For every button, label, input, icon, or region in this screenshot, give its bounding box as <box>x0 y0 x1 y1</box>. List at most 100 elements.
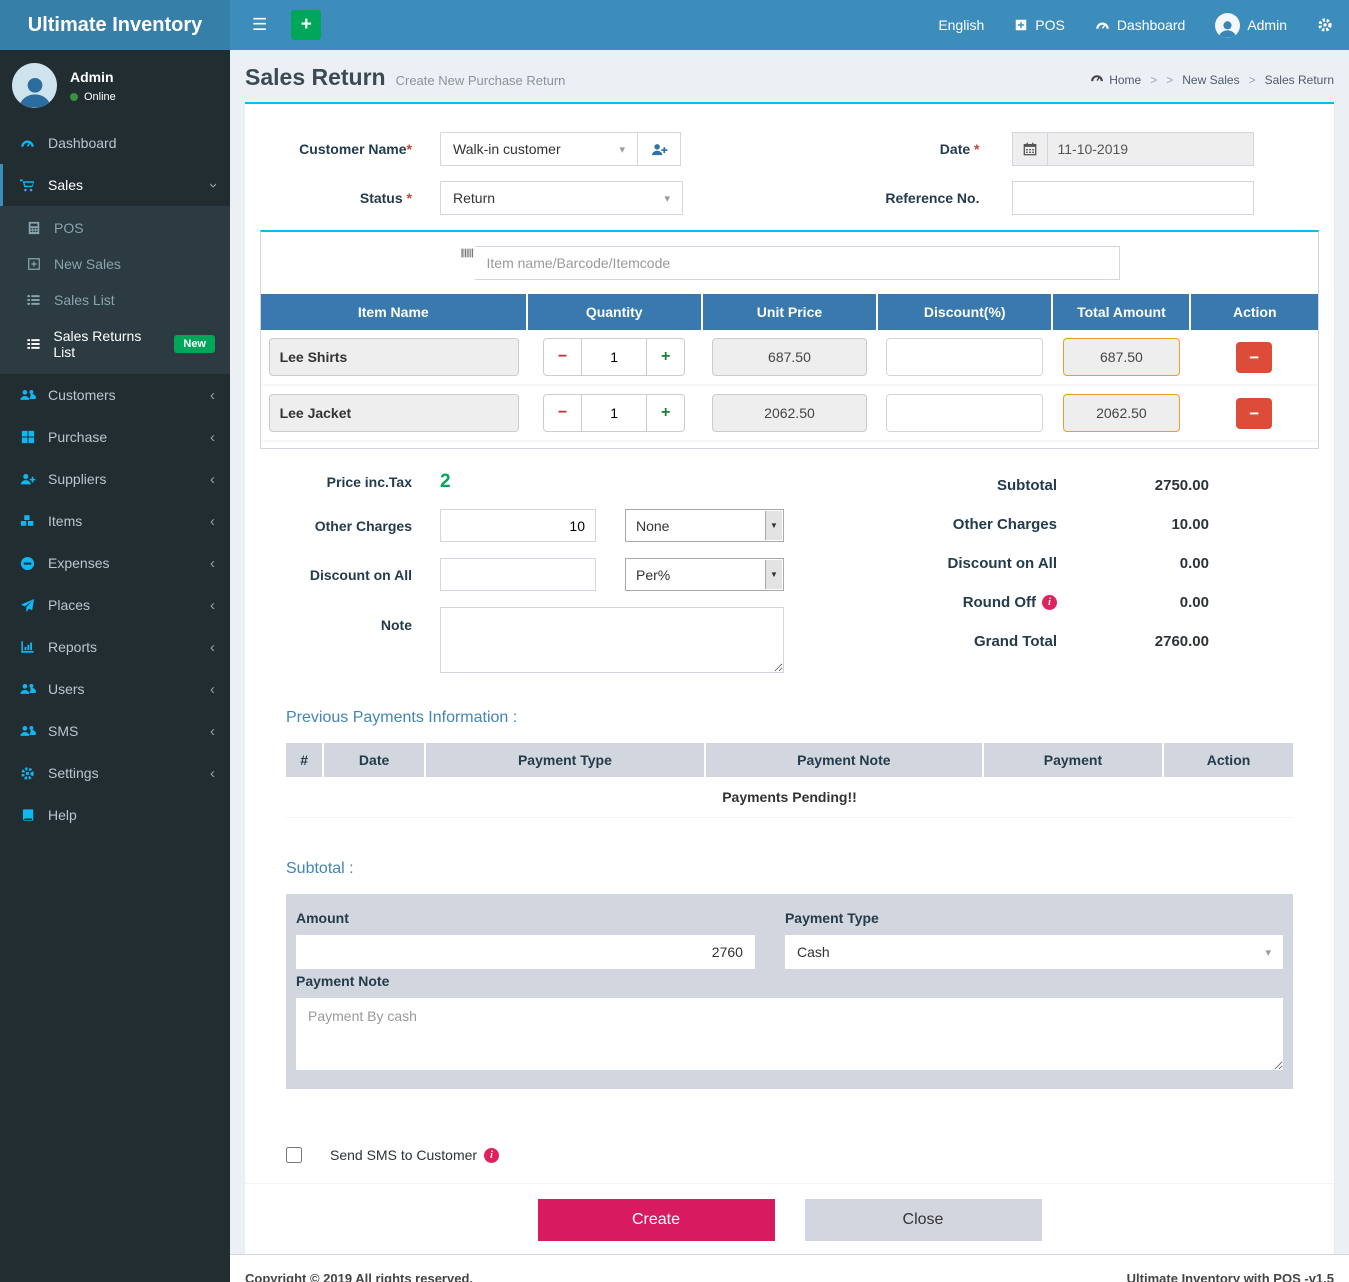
remove-item-button[interactable]: − <box>1236 398 1272 429</box>
other-charges-type-select[interactable]: None▼ <box>625 509 784 542</box>
info-icon[interactable]: i <box>1042 595 1057 610</box>
sms-row: Send SMS to Customeri <box>286 1147 1319 1163</box>
form-row-2: Status * Return▾ Reference No. <box>260 181 1319 215</box>
customer-select[interactable]: Walk-in customer▾ <box>440 132 638 166</box>
sidebar-item-label: Expenses <box>48 555 109 571</box>
content-area: Sales Return Create New Purchase Return … <box>230 50 1349 1282</box>
combo-arrow-icon: ▼ <box>765 511 782 540</box>
sidebar-item-settings[interactable]: Settings ‹ <box>0 752 230 794</box>
chevron-down-icon: ‹ <box>205 183 220 188</box>
brand-logo[interactable]: Ultimate Inventory <box>0 0 230 50</box>
breadcrumb-home[interactable]: Home <box>1090 71 1141 88</box>
roundoff-label: Round Offi <box>963 594 1057 611</box>
discount-input[interactable] <box>886 338 1043 376</box>
remove-item-button[interactable]: − <box>1236 342 1272 373</box>
sidebar-item-pos[interactable]: POS <box>0 210 230 246</box>
note-textarea[interactable] <box>440 607 784 673</box>
sidebar-item-help[interactable]: Help <box>0 794 230 836</box>
subtotal-row: Subtotal 2750.00 <box>864 477 1209 494</box>
qty-input[interactable] <box>581 338 647 376</box>
sidebar-item-purchase[interactable]: Purchase ‹ <box>0 416 230 458</box>
discount-input[interactable] <box>886 394 1043 432</box>
minus-icon: − <box>1249 349 1259 366</box>
breadcrumb-current: Sales Return <box>1265 73 1334 87</box>
date-input-group <box>1012 132 1254 166</box>
quick-add-button[interactable]: + <box>291 10 321 40</box>
discount-all-input[interactable] <box>440 558 596 591</box>
qty-increase-button[interactable]: + <box>647 394 685 432</box>
payments-empty-row: Payments Pending!! <box>286 777 1293 818</box>
qty-increase-button[interactable]: + <box>647 338 685 376</box>
sidebar-item-dashboard[interactable]: Dashboard <box>0 122 230 164</box>
nav-user[interactable]: Admin <box>1215 13 1287 38</box>
sidebar-item-places[interactable]: Places ‹ <box>0 584 230 626</box>
discount-all-type-value: Per% <box>636 567 670 583</box>
sidebar-item-label: Suppliers <box>48 471 106 487</box>
item-search-input[interactable] <box>475 246 1120 280</box>
sidebar-item-expenses[interactable]: Expenses ‹ <box>0 542 230 584</box>
payment-note-textarea[interactable] <box>296 998 1283 1070</box>
item-name-input[interactable] <box>269 394 519 432</box>
sidebar-item-label: Settings <box>48 765 99 781</box>
nav-language-label: English <box>938 17 984 33</box>
sidebar-toggle-icon[interactable]: ☰ <box>242 9 277 41</box>
close-button[interactable]: Close <box>805 1199 1042 1241</box>
note-label: Note <box>260 617 412 633</box>
date-input[interactable] <box>1048 132 1254 166</box>
payment-type-select[interactable]: Cash▾ <box>785 935 1283 969</box>
grid-icon <box>18 430 37 444</box>
nav-settings[interactable] <box>1317 17 1333 33</box>
info-icon[interactable]: i <box>484 1148 499 1163</box>
chevron-left-icon: ‹ <box>210 640 215 655</box>
plus-icon: + <box>301 14 312 36</box>
sidebar-item-suppliers[interactable]: Suppliers ‹ <box>0 458 230 500</box>
status-select[interactable]: Return▾ <box>440 181 683 215</box>
items-table-header: Item Name Quantity Unit Price Discount(%… <box>261 294 1318 330</box>
send-sms-checkbox[interactable] <box>286 1147 302 1163</box>
amount-input[interactable] <box>296 935 755 969</box>
nav-dashboard[interactable]: Dashboard <box>1095 17 1186 33</box>
sidebar-item-customers[interactable]: Customers ‹ <box>0 374 230 416</box>
breadcrumb-new-sales-label: New Sales <box>1182 73 1239 87</box>
sidebar-item-sms[interactable]: SMS ‹ <box>0 710 230 752</box>
unit-price-input[interactable] <box>712 394 867 432</box>
sidebar-item-sales-list[interactable]: Sales List <box>0 282 230 318</box>
discount-all-type-select[interactable]: Per%▼ <box>625 558 784 591</box>
sidebar-item-reports[interactable]: Reports ‹ <box>0 626 230 668</box>
brand-title: Ultimate Inventory <box>28 14 202 37</box>
navbar-right: English POS Dashboard Admin <box>938 13 1333 38</box>
create-button[interactable]: Create <box>538 1199 775 1241</box>
col-header-item-name: Item Name <box>261 294 527 330</box>
item-search-group <box>460 246 1120 280</box>
sidebar-item-label: Customers <box>48 387 116 403</box>
nav-language[interactable]: English <box>938 17 984 33</box>
dashboard-icon <box>1095 18 1110 33</box>
other-charges-row: Other Charges None▼ <box>260 509 864 542</box>
items-table: Item Name Quantity Unit Price Discount(%… <box>261 294 1318 442</box>
customer-label: Customer Name* <box>260 141 412 157</box>
sidebar-item-sales-returns-list[interactable]: Sales Returns List New <box>0 318 230 370</box>
unit-price-input[interactable] <box>712 338 867 376</box>
sidebar-item-new-sales[interactable]: New Sales <box>0 246 230 282</box>
qty-input[interactable] <box>581 394 647 432</box>
sidebar-item-sales[interactable]: Sales ‹ <box>0 164 230 206</box>
item-name-input[interactable] <box>269 338 519 376</box>
sidebar-user-status[interactable]: Online <box>70 91 116 103</box>
other-charges-input[interactable] <box>440 509 596 542</box>
required-mark: * <box>407 141 412 157</box>
breadcrumb-separator: > <box>1150 73 1157 87</box>
calculator-icon <box>24 221 43 235</box>
qty-decrease-button[interactable]: − <box>543 394 581 432</box>
date-group: Date * <box>790 132 1320 166</box>
sidebar-user-name: Admin <box>70 69 116 85</box>
nav-pos[interactable]: POS <box>1014 17 1065 33</box>
breadcrumb-new-sales[interactable]: New Sales <box>1182 73 1239 87</box>
sidebar-item-users[interactable]: Users ‹ <box>0 668 230 710</box>
reference-input[interactable] <box>1012 181 1254 215</box>
gears-icon <box>18 766 37 781</box>
qty-decrease-button[interactable]: − <box>543 338 581 376</box>
total-amount-input[interactable] <box>1063 338 1181 376</box>
add-customer-button[interactable] <box>637 132 681 166</box>
total-amount-input[interactable] <box>1063 394 1181 432</box>
sidebar-item-items[interactable]: Items ‹ <box>0 500 230 542</box>
